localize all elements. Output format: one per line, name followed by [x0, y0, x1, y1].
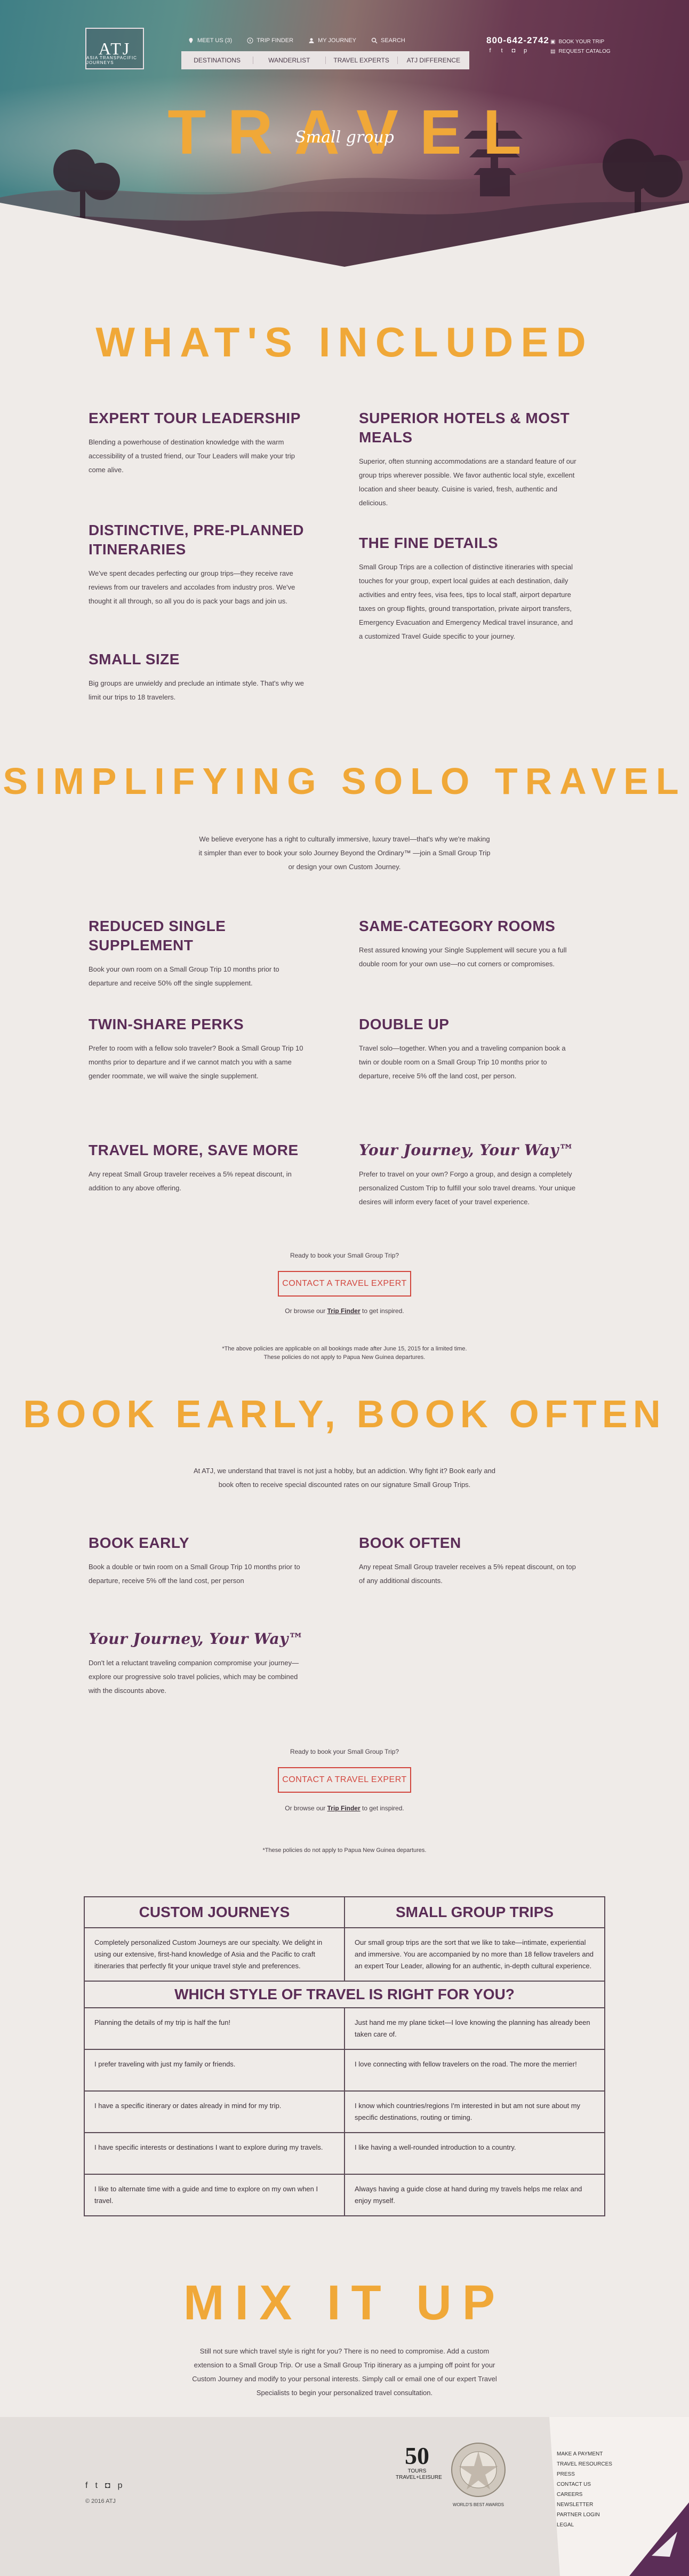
main-nav: DESTINATIONS WANDERLIST TRAVEL EXPERTS A… — [181, 51, 469, 69]
hero-banner: ATJ ASIA TRANSPACIFIC JOURNEYS MEET US (… — [0, 0, 689, 267]
nav-travel-experts[interactable]: TRAVEL EXPERTS — [326, 57, 398, 64]
facebook-icon[interactable]: f — [486, 47, 494, 54]
book-your-trip-link[interactable]: ▣ BOOK YOUR TRIP — [550, 37, 611, 47]
nav-wanderlist[interactable]: WANDERLIST — [253, 57, 326, 64]
phone-number[interactable]: 800-642-2742 — [486, 35, 549, 46]
page-spacer — [0, 267, 689, 2576]
pinterest-icon[interactable]: p — [522, 47, 529, 54]
top-link-label: MEET US (3) — [197, 37, 233, 44]
right-link-label: BOOK YOUR TRIP — [558, 39, 605, 45]
nav-atj-difference[interactable]: ATJ DIFFERENCE — [398, 57, 469, 64]
hero-subtitle: Small group — [295, 128, 394, 147]
book-icon: ▤ — [550, 49, 556, 54]
instagram-icon[interactable]: ◘ — [510, 47, 517, 54]
pin-icon — [189, 38, 193, 43]
user-icon — [309, 38, 314, 43]
search-icon — [371, 37, 378, 44]
top-link-trip-finder[interactable]: TRIP FINDER — [247, 37, 293, 44]
twitter-icon[interactable]: t — [498, 47, 506, 54]
top-link-label: TRIP FINDER — [257, 37, 294, 44]
atj-logo[interactable]: ATJ ASIA TRANSPACIFIC JOURNEYS — [85, 28, 144, 69]
right-link-label: REQUEST CATALOG — [558, 49, 611, 54]
header-right-links: ▣ BOOK YOUR TRIP ▤ REQUEST CATALOG — [550, 37, 611, 57]
top-link-meet-us[interactable]: MEET US (3) — [188, 37, 232, 44]
top-link-my-journey[interactable]: MY JOURNEY — [308, 37, 356, 44]
search-label: SEARCH — [380, 37, 405, 44]
request-catalog-link[interactable]: ▤ REQUEST CATALOG — [550, 47, 611, 57]
top-link-label: MY JOURNEY — [318, 37, 356, 44]
header-social: f t ◘ p — [486, 47, 529, 54]
compass-icon — [247, 37, 253, 44]
nav-destinations[interactable]: DESTINATIONS — [181, 57, 254, 64]
calendar-icon: ▣ — [550, 39, 556, 45]
search-field[interactable]: SEARCH — [371, 37, 405, 44]
hero-chevron-cut — [0, 203, 689, 267]
top-utility-nav: MEET US (3) TRIP FINDER MY JOURNEY SEARC… — [188, 37, 405, 44]
logo-tagline: ASIA TRANSPACIFIC JOURNEYS — [86, 55, 137, 65]
